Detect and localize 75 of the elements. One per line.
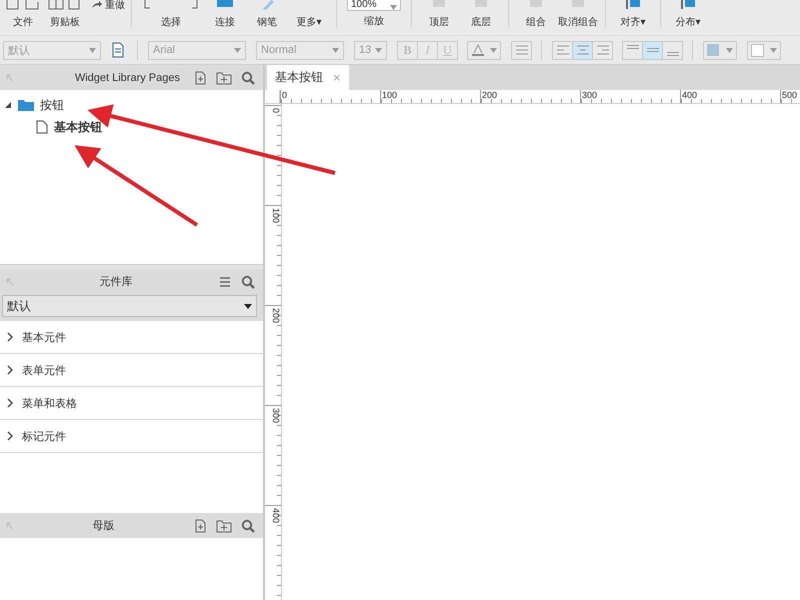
panel-title: 母版: [92, 519, 116, 533]
toolbar-button[interactable]: 分布▾: [667, 0, 709, 29]
valign-button[interactable]: [662, 40, 683, 60]
tree-item[interactable]: 基本按钮: [0, 116, 263, 138]
align-button[interactable]: [572, 40, 593, 60]
page-icon: [36, 120, 48, 134]
chevron-icon: [6, 431, 14, 441]
file-icon: [6, 0, 40, 10]
distribute-icon: [678, 0, 698, 10]
toolbar-button[interactable]: 组合: [515, 0, 557, 29]
toolbar-button[interactable]: 文件: [2, 0, 44, 29]
text-color-icon: [470, 44, 485, 56]
library-dropdown[interactable]: 默认: [2, 295, 257, 317]
toolbar-button[interactable]: 更多▾: [288, 0, 330, 29]
caret-icon: [390, 5, 397, 10]
text-align-icon: [596, 44, 610, 56]
add-folder-icon[interactable]: [216, 518, 232, 532]
toolbar-button[interactable]: 选择: [138, 0, 204, 29]
valign-button[interactable]: [642, 40, 663, 60]
dropdown-arrow-icon: [244, 304, 252, 308]
vertical-align-icon: [626, 44, 638, 48]
toolbar-button[interactable]: 钢笔: [246, 0, 288, 29]
toolbar-button[interactable]: 对齐▾: [612, 0, 654, 29]
line-spacing-button[interactable]: [511, 40, 532, 60]
caret-icon: [375, 48, 382, 52]
widget-group[interactable]: 基本元件: [0, 321, 263, 354]
align-button[interactable]: [592, 40, 613, 60]
add-page-icon[interactable]: [193, 518, 207, 532]
align-icon: [623, 0, 643, 10]
redo-button[interactable]: 重做: [92, 0, 125, 10]
tree-item[interactable]: 按钮: [0, 94, 263, 116]
chevron-icon: [6, 398, 14, 408]
copy-icon: [48, 0, 82, 10]
caret-icon: [234, 48, 241, 52]
caret-icon: [332, 48, 339, 52]
caret-icon: [726, 48, 733, 52]
page-tab[interactable]: 基本按钮 ×: [267, 65, 349, 90]
panel-title: Widget Library Pages: [74, 72, 180, 84]
search-icon[interactable]: [241, 70, 255, 84]
line-spacing-icon: [514, 44, 528, 56]
fill-color-button[interactable]: [703, 40, 737, 60]
vertical-align-icon: [646, 48, 658, 52]
caret-icon: [770, 48, 777, 52]
expander-icon[interactable]: [4, 101, 12, 109]
text-align-icon: [556, 44, 570, 56]
chevron-icon: [6, 365, 14, 375]
add-page-icon[interactable]: [193, 70, 207, 84]
menu-icon[interactable]: [218, 274, 232, 288]
search-icon[interactable]: [241, 274, 255, 288]
widget-group[interactable]: 表单元件: [0, 354, 263, 387]
horizontal-ruler: 0 100 200 300 400 500: [280, 90, 800, 104]
connector-icon: [215, 0, 235, 10]
widget-group[interactable]: 菜单和表格: [0, 387, 263, 420]
toolbar-button[interactable]: 顶层: [418, 0, 460, 29]
shadow-button[interactable]: [747, 40, 781, 60]
zoom-field[interactable]: 100%: [347, 0, 401, 11]
toolbar-button[interactable]: 剪贴板: [44, 0, 86, 29]
caret-icon: [490, 48, 498, 52]
vertical-ruler: 0 100 200 300 400: [265, 104, 282, 600]
redo-arrow-icon: [92, 1, 102, 9]
panel-title: 元件库: [98, 274, 134, 289]
toolbar-button[interactable]: 底层: [460, 0, 502, 29]
caret-icon: [89, 48, 96, 52]
add-folder-icon[interactable]: [216, 70, 232, 84]
vertical-align-icon: [666, 52, 678, 56]
search-icon[interactable]: [241, 518, 255, 532]
toolbar-button[interactable]: 连接: [204, 0, 246, 29]
folder-icon: [18, 99, 34, 111]
chevron-icon: [6, 332, 14, 342]
text-align-icon: [576, 44, 590, 56]
zoom-label: 缩放: [364, 14, 384, 28]
widget-group[interactable]: 标记元件: [0, 420, 263, 453]
toolbar-button[interactable]: 取消组合: [557, 0, 599, 29]
selection-bracket-icon: [143, 0, 199, 10]
text-color-button[interactable]: [467, 40, 501, 60]
